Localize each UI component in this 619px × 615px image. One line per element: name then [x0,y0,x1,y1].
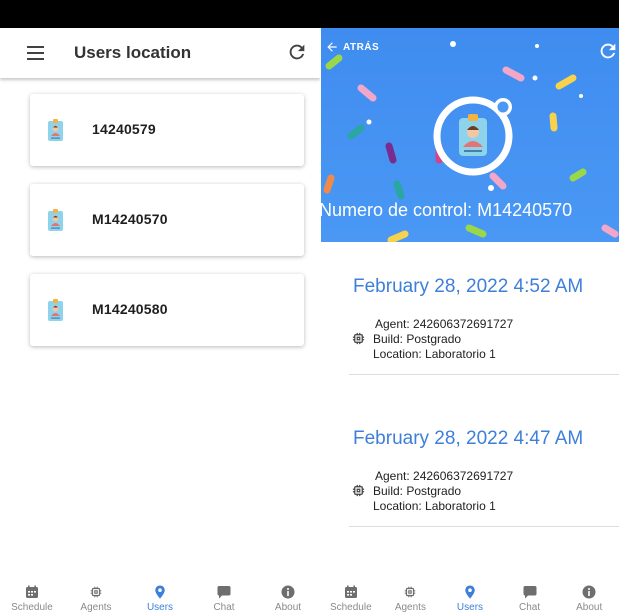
back-button[interactable]: ATRÁS [325,40,379,54]
nav-label: Agents [394,602,426,613]
user-card[interactable]: 14240579 [30,94,304,166]
nav-schedule[interactable]: Schedule [321,574,381,615]
nav-label: About [274,602,302,613]
entry-location: Location: Laboratorio 1 [373,499,496,513]
user-card[interactable]: M14240580 [30,274,304,346]
info-icon [582,585,596,599]
id-badge-icon [48,119,63,141]
entry-date: February 28, 2022 4:47 AM [353,428,584,449]
arrow-left-icon [327,42,337,52]
divider [349,374,619,375]
user-detail-screen: ATRÁS Numero de control: M14240570 Febru… [321,28,619,574]
chip-icon [352,484,365,497]
entry-date: February 28, 2022 4:52 AM [353,276,584,297]
nav-label: Schedule [11,602,53,613]
id-badge-icon [48,299,63,321]
chat-bubble-icon [217,586,231,599]
entry-build: Build: Postgrado [373,332,462,346]
location-pin-icon [465,585,475,599]
nav-label: Agents [80,602,112,613]
nav-label: Schedule [329,602,372,613]
refresh-icon[interactable] [286,41,308,63]
app-bar: Users location [0,28,320,78]
nav-users[interactable]: Users [440,574,500,615]
nav-label: Chat [519,602,541,613]
id-badge-icon [48,209,63,231]
user-id-label: M14240580 [92,301,168,317]
status-bar [0,0,619,28]
chip-icon [90,586,102,598]
nav-label: About [576,602,603,613]
user-card[interactable]: M14240570 [30,184,304,256]
detail-header: ATRÁS Numero de control: M14240570 [321,28,619,242]
users-location-screen: Users location 14240579 M14240570 M14240… [0,28,320,574]
back-label: ATRÁS [343,41,380,53]
entry-build: Build: Postgrado [373,484,462,498]
nav-agents[interactable]: Agents [381,574,441,615]
page-title: Users location [74,43,192,62]
user-avatar [433,96,513,176]
calendar-icon [344,585,357,598]
bottom-navigation: Schedule Agents Users Chat About [0,574,320,615]
nav-label: Users [146,602,174,613]
nav-about[interactable]: About [559,574,619,615]
nav-label: Chat [213,602,235,613]
entry-agent: Agent: 242606372691727 [375,317,514,331]
calendar-icon [26,585,38,598]
entry-agent: Agent: 242606372691727 [375,469,514,483]
info-icon [281,585,295,599]
nav-label: Users [456,602,484,613]
chip-icon [352,332,365,345]
control-number-caption: Numero de control: M14240570 [321,200,573,220]
nav-about[interactable]: About [256,574,320,615]
nav-schedule[interactable]: Schedule [0,574,64,615]
refresh-icon[interactable] [597,40,619,62]
bottom-navigation: Schedule Agents Users Chat About [321,574,619,615]
nav-chat[interactable]: Chat [500,574,560,615]
user-id-label: 14240579 [92,121,156,137]
location-pin-icon [155,585,165,599]
divider [349,526,619,527]
user-id-label: M14240570 [92,211,168,227]
menu-icon[interactable] [27,46,44,60]
nav-agents[interactable]: Agents [64,574,128,615]
nav-chat[interactable]: Chat [192,574,256,615]
nav-users[interactable]: Users [128,574,192,615]
entry-location: Location: Laboratorio 1 [373,347,496,361]
chat-bubble-icon [523,586,537,599]
chip-icon [405,586,416,598]
